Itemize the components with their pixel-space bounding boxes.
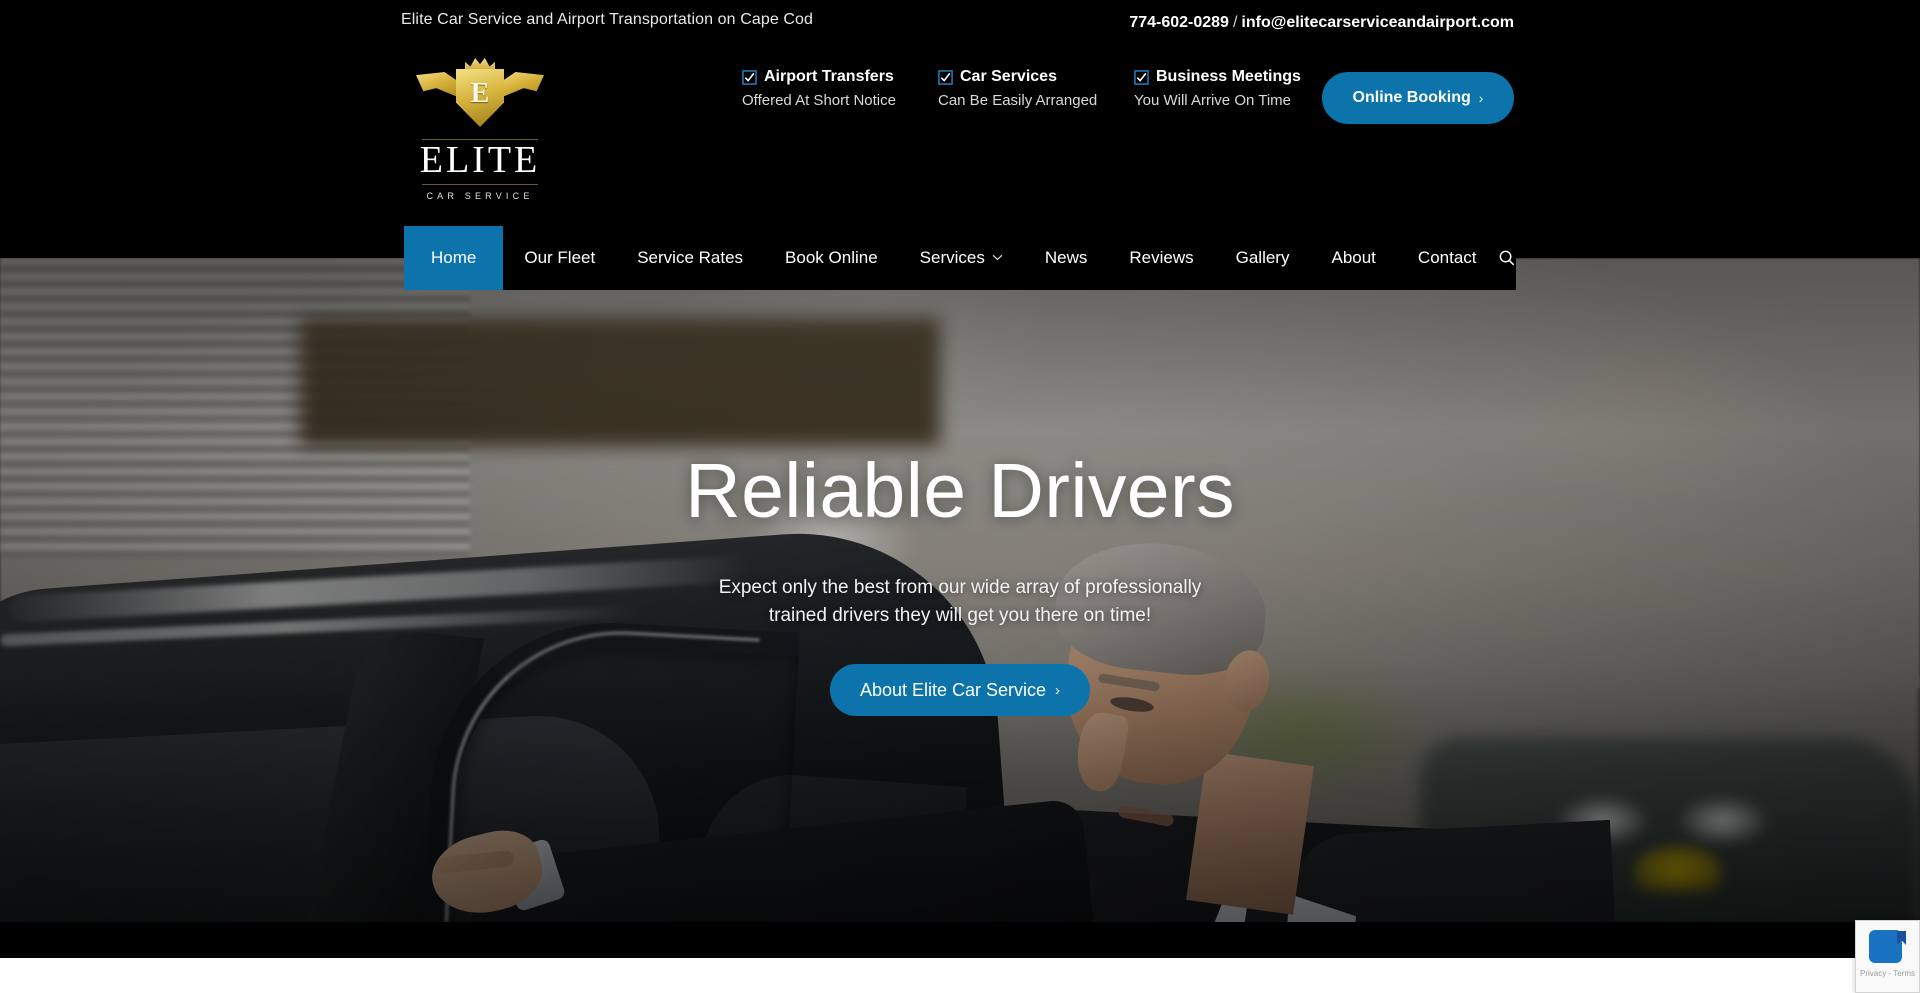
- feature-car-services: Car Services Can Be Easily Arranged: [938, 68, 1134, 109]
- top-utility-bar: Elite Car Service and Airport Transporta…: [0, 0, 1920, 44]
- header-feature-list: Airport Transfers Offered At Short Notic…: [742, 68, 1330, 109]
- email-link[interactable]: info@elitecarserviceandairport.com: [1241, 14, 1514, 31]
- checkbox-checked-icon: [1134, 69, 1149, 85]
- feature-subtitle: Offered At Short Notice: [742, 92, 896, 109]
- nav-label: Service Rates: [637, 248, 744, 267]
- nav-label: Home: [431, 248, 477, 267]
- nav-label: Gallery: [1235, 248, 1290, 267]
- site-tagline: Elite Car Service and Airport Transporta…: [401, 11, 814, 28]
- logo-shield: E: [456, 69, 504, 127]
- logo-subtitle: CAR SERVICE: [426, 190, 534, 201]
- nav-item-reviews[interactable]: Reviews: [1108, 226, 1214, 290]
- logo-emblem-icon: E: [414, 54, 546, 136]
- feature-title-row: Car Services: [938, 68, 1134, 86]
- main-navigation: Home Our Fleet Service Rates Book Online…: [404, 226, 1516, 290]
- search-icon[interactable]: [1498, 226, 1516, 290]
- nav-label: Services: [919, 248, 985, 267]
- nav-label: Reviews: [1129, 248, 1194, 267]
- nav-item-about[interactable]: About: [1310, 226, 1396, 290]
- checkbox-checked-icon: [938, 69, 953, 85]
- footer-black-strip: [0, 922, 1920, 958]
- recaptcha-badge[interactable]: Privacy - Terms: [1855, 920, 1920, 993]
- nav-item-services[interactable]: Services: [899, 226, 1024, 290]
- chevron-right-icon: ›: [1055, 681, 1061, 699]
- nav-item-service-rates[interactable]: Service Rates: [616, 226, 764, 290]
- nav-label: News: [1044, 248, 1088, 267]
- feature-subtitle: You Will Arrive On Time: [1134, 92, 1291, 109]
- nav-item-book-online[interactable]: Book Online: [764, 226, 899, 290]
- nav-item-gallery[interactable]: Gallery: [1215, 226, 1311, 290]
- feature-subtitle: Can Be Easily Arranged: [938, 92, 1098, 109]
- recaptcha-icon: [1869, 928, 1906, 965]
- hero-content: Reliable Drivers Expect only the best fr…: [0, 258, 1920, 922]
- phone-link[interactable]: 774-602-0289: [1129, 14, 1229, 31]
- page-bottom-white-area: [0, 958, 1920, 993]
- logo-monogram: E: [470, 78, 490, 109]
- chevron-right-icon: ›: [1478, 90, 1484, 106]
- about-elite-car-service-button[interactable]: About Elite Car Service ›: [829, 664, 1091, 717]
- header-contact-info: 774-602-0289/info@elitecarserviceandairp…: [1129, 14, 1514, 32]
- logo-divider-bottom: [422, 183, 538, 185]
- hero-subtitle: Expect only the best from our wide array…: [718, 577, 1202, 627]
- chevron-down-icon: [992, 252, 1003, 264]
- contact-separator: /: [1232, 14, 1238, 31]
- nav-item-contact[interactable]: Contact: [1397, 226, 1498, 290]
- recaptcha-privacy-terms[interactable]: Privacy - Terms: [1860, 969, 1915, 978]
- feature-label: Business Meetings: [1156, 68, 1301, 85]
- hero-title: Reliable Drivers: [685, 448, 1235, 534]
- nav-item-news[interactable]: News: [1024, 226, 1109, 290]
- feature-label: Airport Transfers: [764, 68, 894, 85]
- nav-label: Our Fleet: [524, 248, 596, 267]
- nav-item-our-fleet[interactable]: Our Fleet: [503, 226, 616, 290]
- feature-title-row: Airport Transfers: [742, 68, 938, 86]
- site-logo[interactable]: E ELITE CAR SERVICE: [404, 54, 556, 206]
- nav-label: Book Online: [785, 248, 878, 267]
- hero-cta-label: About Elite Car Service: [859, 679, 1047, 700]
- feature-business-meetings: Business Meetings You Will Arrive On Tim…: [1134, 68, 1330, 109]
- nav-label: About: [1331, 248, 1376, 267]
- checkbox-checked-icon: [742, 69, 757, 85]
- feature-airport-transfers: Airport Transfers Offered At Short Notic…: [742, 68, 938, 109]
- online-booking-label: Online Booking: [1352, 89, 1471, 106]
- online-booking-button[interactable]: Online Booking ›: [1322, 72, 1514, 124]
- logo-wordmark: ELITE: [419, 139, 541, 181]
- feature-title-row: Business Meetings: [1134, 68, 1330, 86]
- nav-item-home[interactable]: Home: [404, 226, 504, 290]
- feature-label: Car Services: [960, 68, 1057, 85]
- nav-label: Contact: [1417, 248, 1477, 267]
- site-header: Elite Car Service and Airport Transporta…: [0, 0, 1920, 258]
- logo-wing-right: [498, 72, 544, 98]
- page-root: Reliable Drivers Expect only the best fr…: [0, 0, 1920, 993]
- hero-section: Reliable Drivers Expect only the best fr…: [0, 258, 1920, 922]
- logo-wing-left: [416, 72, 462, 98]
